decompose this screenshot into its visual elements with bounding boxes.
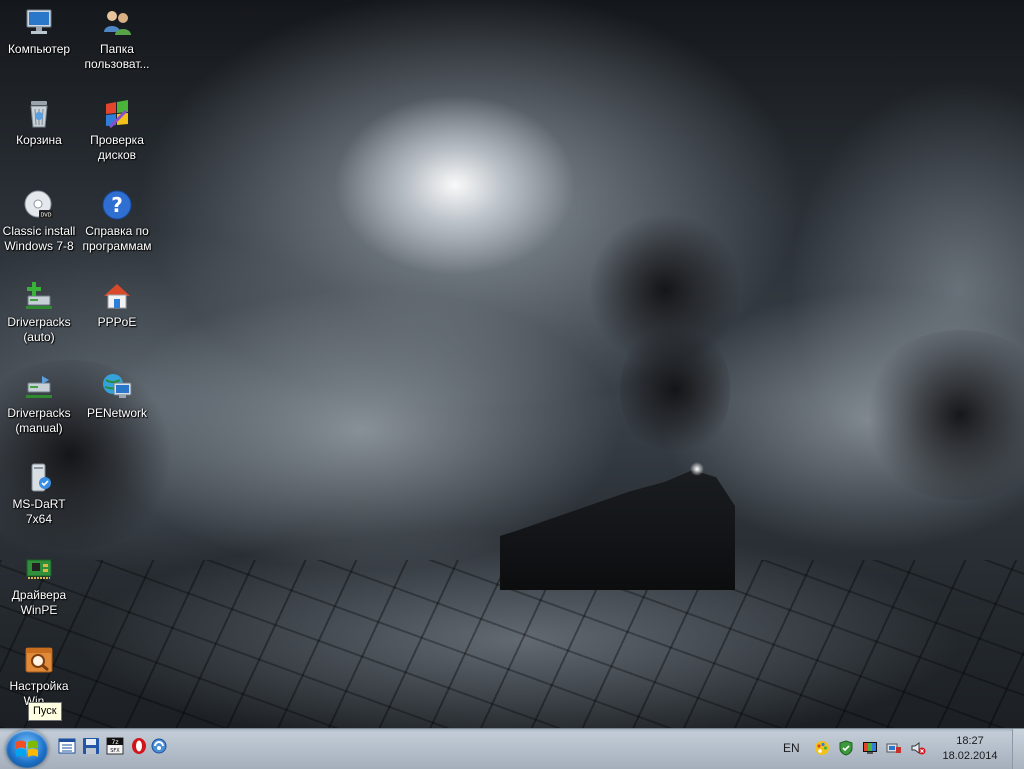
desktop-icon-penetwork[interactable]: PENetwork (78, 370, 156, 421)
settings-search-icon (22, 643, 56, 677)
driverpack-manual-icon (22, 370, 56, 404)
language-indicator[interactable]: EN (783, 741, 800, 755)
svg-text:?: ? (111, 193, 123, 217)
clock-date: 18.02.2014 (942, 750, 998, 762)
svg-text:7z: 7z (112, 739, 119, 746)
icon-label: Компьютер (7, 42, 71, 56)
svg-text:SFX: SFX (110, 748, 120, 754)
windows-logo-icon (16, 740, 38, 757)
circuit-board-icon (22, 552, 56, 586)
icon-label: Корзина (16, 133, 62, 147)
desktop-icon-settings[interactable]: Настройка Win... (0, 643, 78, 709)
taskbar: 7z SFX EN 18:27 18.02.2014 (0, 728, 1024, 769)
desktop-icon-classic-install[interactable]: DVD Classic install Windows 7-8 (0, 188, 78, 254)
clock-time: 18:27 (956, 735, 984, 747)
desktop-icon-program-help[interactable]: ? Справка по программам (78, 188, 156, 254)
icon-label: PPPoE (97, 315, 137, 329)
network-adapter-icon (886, 743, 901, 753)
icon-label: Справка по программам (82, 224, 152, 253)
desktop-icon-driverpacks-auto[interactable]: Driverpacks (auto) (0, 279, 78, 345)
tray-network[interactable] (886, 740, 902, 756)
quicklaunch-save[interactable] (82, 737, 100, 755)
disk-check-icon (100, 97, 134, 131)
desktop-icon-user-folder[interactable]: Папка пользоват... (78, 6, 156, 72)
7zip-sfx-icon: 7z SFX (106, 737, 124, 755)
window-list-icon (58, 738, 76, 754)
icon-label: MS-DaRT 7x64 (12, 497, 66, 526)
color-monitor-icon (863, 742, 877, 754)
desktop-wallpaper[interactable]: Компьютер Корзина DVD Classic install Wi… (0, 0, 1024, 728)
smoke-plume (620, 320, 730, 460)
color-palette-icon (815, 741, 829, 755)
speaker-muted-icon (911, 742, 926, 755)
quicklaunch-7zip-sfx[interactable]: 7z SFX (106, 737, 124, 755)
driverpack-auto-icon (22, 279, 56, 313)
floppy-save-icon (83, 738, 99, 754)
globe-monitor-icon (100, 370, 134, 404)
shield-check-icon (839, 740, 853, 756)
tray-security[interactable] (838, 740, 854, 756)
show-desktop-button[interactable] (1012, 729, 1024, 769)
start-button[interactable] (6, 730, 48, 768)
desktop-icon-disk-check[interactable]: Проверка дисков (78, 97, 156, 163)
tray-volume[interactable] (910, 740, 926, 756)
icon-label: Драйвера WinPE (11, 588, 67, 617)
recycle-bin-icon (22, 97, 56, 131)
quicklaunch-opera[interactable] (130, 737, 148, 755)
train-silhouette (500, 470, 735, 590)
desktop-icon-computer[interactable]: Компьютер (0, 6, 78, 57)
icon-label: PENetwork (86, 406, 148, 420)
desktop-icon-ms-dart[interactable]: MS-DaRT 7x64 (0, 461, 78, 527)
icon-label: Driverpacks (auto) (7, 315, 71, 344)
desktop-icon-pppoe[interactable]: PPPoE (78, 279, 156, 330)
svg-text:DVD: DVD (40, 213, 51, 219)
dvd-icon: DVD (22, 188, 56, 222)
network-home-icon (100, 279, 134, 313)
icon-label: Classic install Windows 7-8 (2, 224, 76, 253)
desktop-icon-winpe-drivers[interactable]: Драйвера WinPE (0, 552, 78, 618)
dart-tower-icon (22, 461, 56, 495)
icon-label: Папка пользоват... (84, 42, 150, 71)
computer-icon (22, 6, 56, 40)
quicklaunch-network-tool[interactable] (150, 737, 168, 755)
desktop-icon-recycle-bin[interactable]: Корзина (0, 97, 78, 148)
wave-shadow (860, 330, 1024, 500)
icon-label: Проверка дисков (90, 133, 144, 162)
desktop-icon-driverpacks-manual[interactable]: Driverpacks (manual) (0, 370, 78, 436)
icon-label: Driverpacks (manual) (7, 406, 71, 435)
tray-display[interactable] (862, 740, 878, 756)
clock[interactable]: 18:27 18.02.2014 (930, 734, 1010, 764)
quicklaunch-window-list[interactable] (58, 737, 76, 755)
start-tooltip: Пуск (28, 702, 62, 721)
train-headlamp (690, 462, 704, 476)
help-icon: ? (100, 188, 134, 222)
network-tool-icon (151, 738, 167, 754)
opera-icon (132, 738, 146, 754)
tray-color-palette[interactable] (814, 740, 830, 756)
user-folder-icon (100, 6, 134, 40)
